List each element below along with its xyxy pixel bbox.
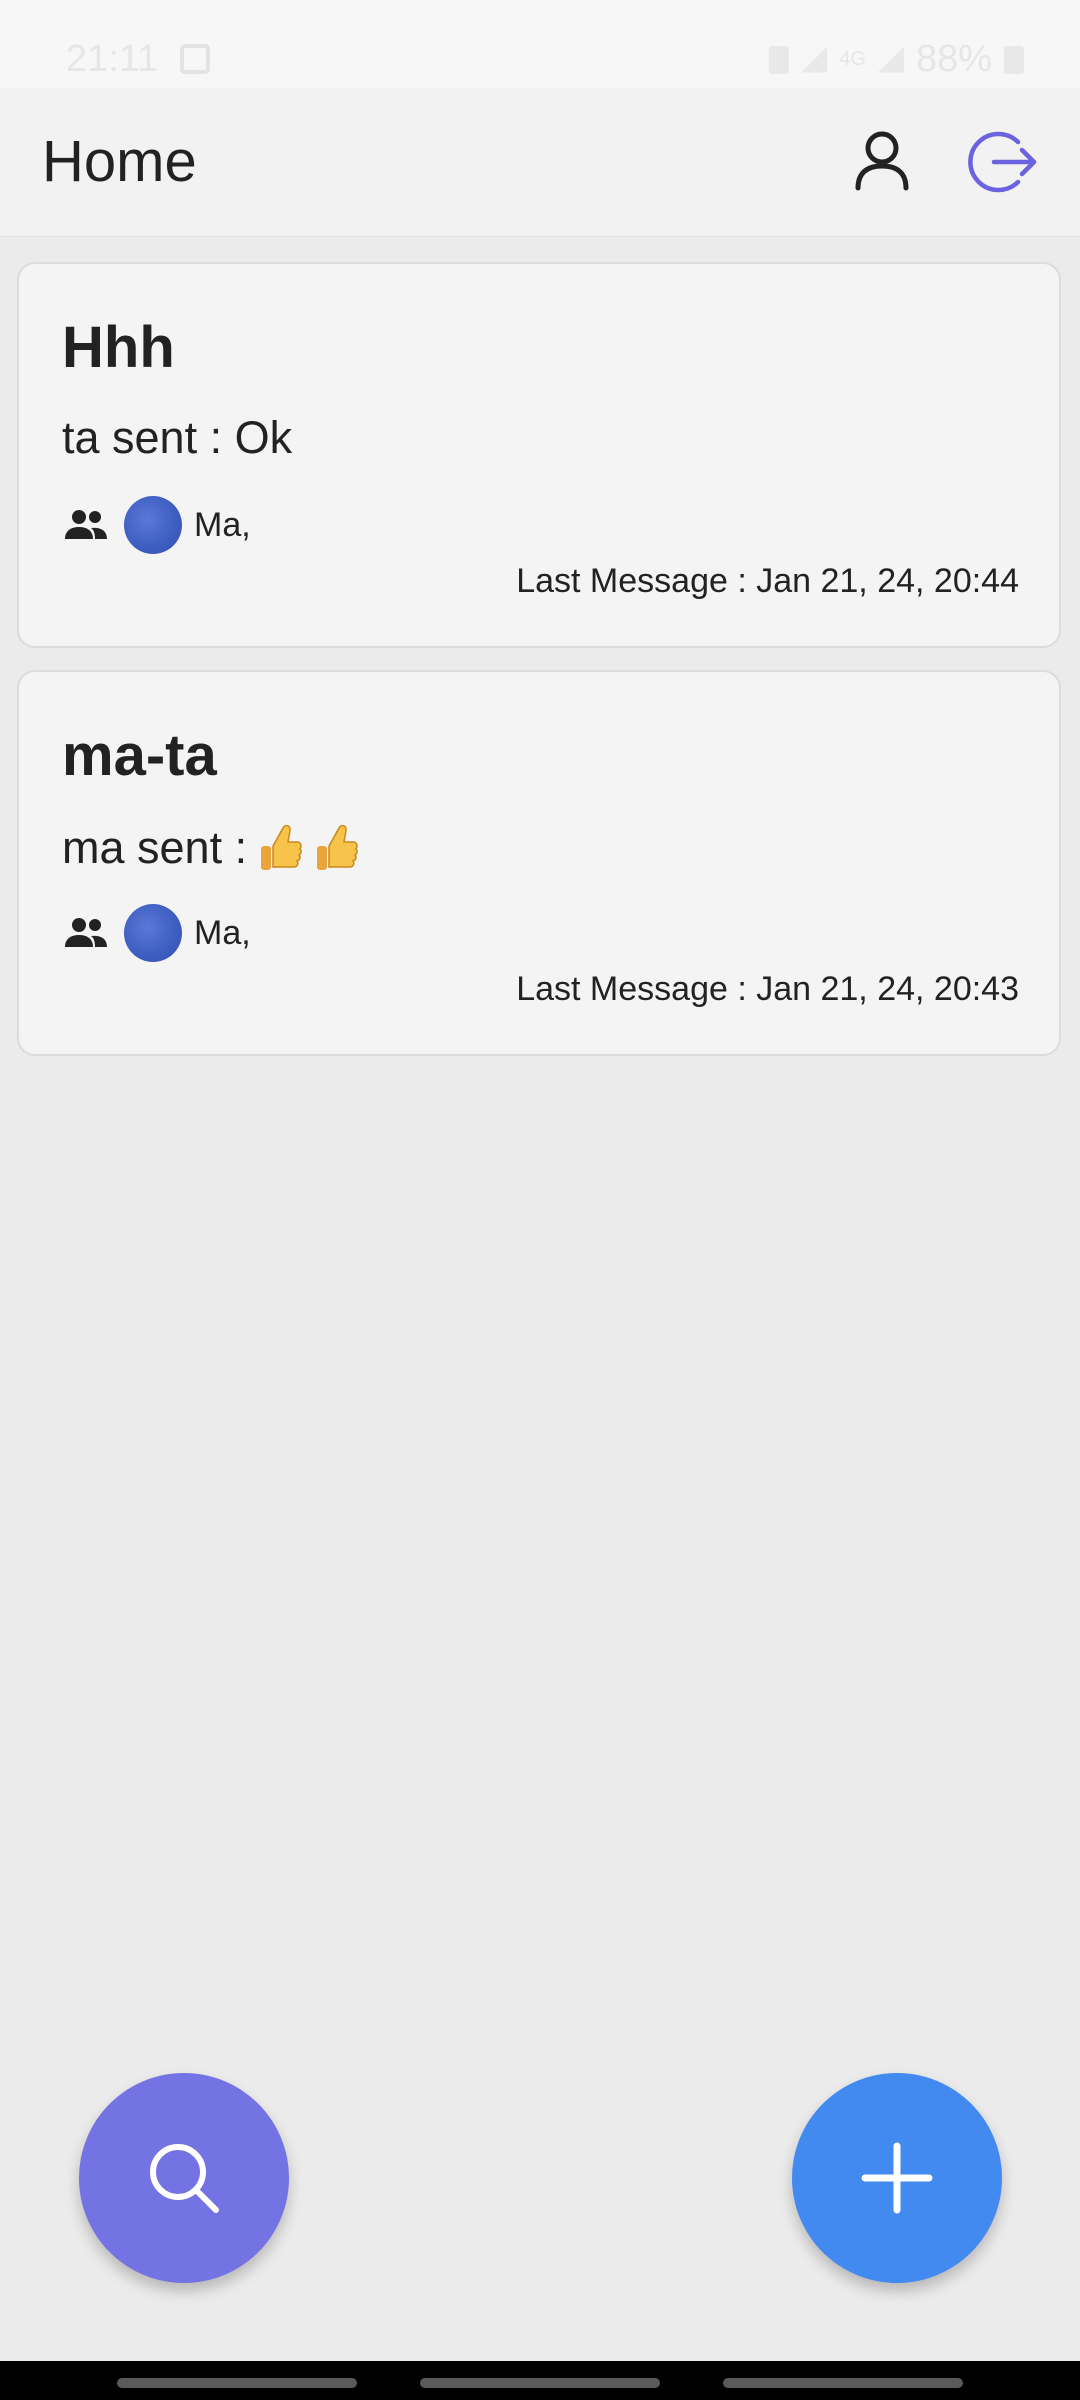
person-outline-icon [855,131,909,191]
chat-card[interactable]: ma-ta ma sent : Ma, Last Message : Jan 2… [17,670,1061,1056]
logout-icon [968,131,1037,193]
status-icons: 4G 88% [769,38,1024,81]
system-navigation-bar [0,2361,1080,2400]
chat-title: ma-ta [62,723,217,788]
thumbs-up-emoji-icon [317,824,358,870]
members-row: Ma, [62,496,251,554]
last-message-text: ma sent : [62,822,248,873]
thumbs-up-emoji-icon [261,824,302,870]
group-icon [65,918,107,947]
logout-button[interactable] [964,124,1040,200]
signal-icon-2 [877,46,904,73]
chat-card[interactable]: Hhh ta sent : Ok Ma, Last Message : Jan … [17,262,1061,648]
battery-icon [1004,45,1024,74]
gallery-notification-icon [180,44,210,74]
profile-button[interactable] [846,124,918,196]
avatar [124,904,182,962]
nav-home-handle[interactable] [420,2378,660,2388]
sim-icon [769,45,790,74]
signal-icon [801,46,828,73]
app-header: Home [0,88,1080,237]
nav-back-handle[interactable] [723,2378,963,2388]
last-message-time: Last Message : Jan 21, 24, 20:44 [516,562,1019,600]
add-chat-fab-button[interactable] [792,2073,1002,2283]
members-row: Ma, [62,904,251,962]
battery-percent: 88% [915,38,992,80]
search-icon [150,2144,219,2213]
search-fab-button[interactable] [79,2073,289,2283]
nav-recents-handle[interactable] [117,2378,357,2388]
status-time: 21:11 [66,38,159,80]
members-names: Ma, [194,505,251,544]
group-icon [65,510,107,539]
status-bar: 21:11 4G 88% [0,0,1080,88]
network-type: 4G [839,48,866,70]
last-message-time: Last Message : Jan 21, 24, 20:43 [516,970,1019,1008]
last-message-text: ta sent : Ok [62,412,293,463]
last-message-preview: ma sent : [62,820,359,876]
avatar [124,496,182,554]
members-names: Ma, [194,913,251,952]
page-title: Home [42,129,197,194]
home-screen: 21:11 4G 88% Home Hhh ta sent: Ok Ma, L… [0,0,1080,2400]
chat-title: Hhh [62,315,175,380]
plus-icon [861,2142,933,2214]
last-message-preview: ta sent : Ok [62,412,292,464]
